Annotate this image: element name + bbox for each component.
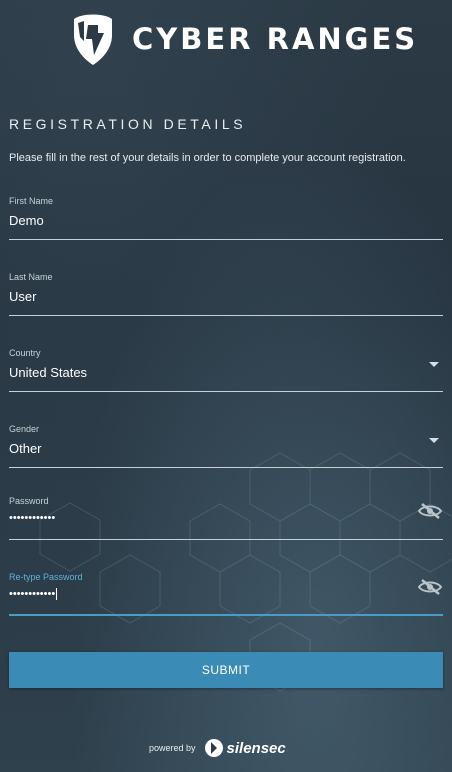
retype-password-dots: •••••••••••• (9, 588, 56, 600)
eye-slash-icon[interactable] (417, 502, 443, 520)
first-name-label: First Name (9, 196, 54, 206)
brand-logo: CYBER RANGES (70, 10, 418, 68)
silensec-mark-icon (204, 739, 223, 757)
powered-by: powered by silensec (149, 738, 286, 758)
intro-text: Please fill in the rest of your details … (9, 152, 406, 164)
eye-slash-icon[interactable] (417, 578, 443, 596)
last-name-label: Last Name (9, 272, 53, 282)
last-name-field[interactable]: Last Name User (9, 272, 443, 316)
powered-by-label: powered by (149, 743, 196, 753)
first-name-field[interactable]: First Name Demo (9, 196, 443, 240)
submit-button[interactable]: SUBMIT (9, 652, 443, 688)
password-field[interactable]: Password •••••••••••• (9, 496, 443, 540)
chevron-down-icon[interactable] (429, 438, 439, 443)
retype-password-value[interactable]: •••••••••••• (9, 588, 58, 601)
retype-password-field[interactable]: Re-type Password •••••••••••• (9, 572, 443, 616)
gender-value[interactable]: Other (9, 441, 42, 456)
country-label: Country (9, 348, 41, 358)
silensec-logo[interactable]: silensec (204, 738, 286, 758)
password-value[interactable]: •••••••••••• (9, 512, 55, 524)
silensec-name: silensec (226, 739, 286, 757)
brand-name: CYBER RANGES (132, 22, 419, 56)
helmet-shield-icon (74, 14, 112, 65)
text-cursor (56, 588, 58, 601)
chevron-down-icon[interactable] (429, 362, 439, 367)
password-label: Password (9, 496, 49, 506)
last-name-value[interactable]: User (9, 289, 36, 304)
country-value[interactable]: United States (9, 365, 87, 380)
first-name-value[interactable]: Demo (9, 213, 44, 228)
gender-select[interactable]: Gender Other (9, 424, 443, 468)
gender-label: Gender (9, 424, 40, 434)
country-select[interactable]: Country United States (9, 348, 443, 392)
retype-password-label: Re-type Password (9, 572, 83, 582)
page-title: REGISTRATION DETAILS (9, 116, 247, 132)
